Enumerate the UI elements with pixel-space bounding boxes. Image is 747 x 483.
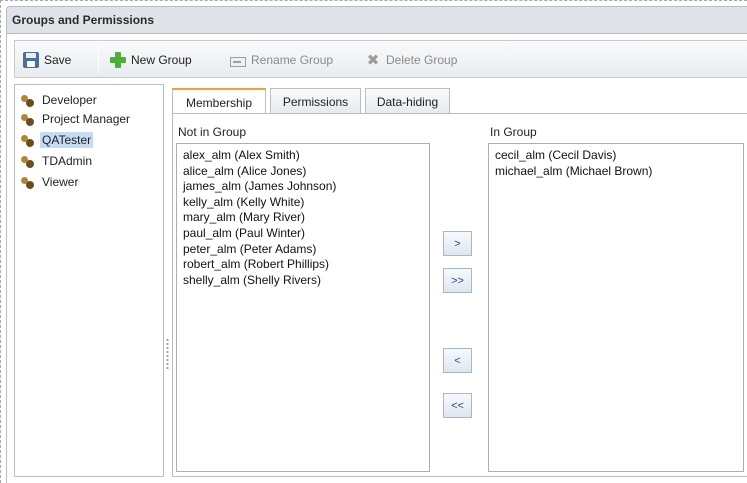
new-group-button[interactable]: New Group (110, 50, 192, 70)
list-item[interactable]: kelly_alm (Kelly White) (183, 195, 423, 211)
new-group-label: New Group (131, 53, 192, 67)
save-icon (23, 52, 39, 68)
remove-member-button[interactable]: < (443, 348, 472, 373)
plus-icon (110, 52, 126, 68)
toolbar: Save New Group Rename Group ✖ Delete Gro… (14, 40, 747, 78)
save-button[interactable]: Save (23, 50, 71, 70)
group-item-project-manager[interactable]: Project Manager (21, 110, 132, 128)
list-item[interactable]: alice_alm (Alice Jones) (183, 164, 423, 180)
group-item-tdadmin[interactable]: TDAdmin (21, 152, 94, 170)
list-item[interactable]: robert_alm (Robert Phillips) (183, 257, 423, 273)
delete-group-button[interactable]: ✖ Delete Group (365, 50, 458, 70)
group-icon (21, 93, 34, 107)
not-in-group-label: Not in Group (178, 125, 247, 139)
delete-icon: ✖ (366, 51, 380, 69)
group-list: Developer Project Manager QATester TDAdm… (14, 84, 164, 477)
add-all-members-button[interactable]: >> (443, 268, 472, 293)
list-item[interactable]: michael_alm (Michael Brown) (495, 164, 737, 180)
group-icon (21, 154, 34, 168)
panel-splitter[interactable] (166, 338, 169, 370)
save-label: Save (44, 53, 72, 67)
list-item[interactable]: paul_alm (Paul Winter) (183, 226, 423, 242)
rename-icon (230, 56, 246, 67)
in-group-label: In Group (490, 125, 537, 139)
toolbar-separator (98, 46, 99, 74)
remove-all-members-button[interactable]: << (443, 393, 472, 418)
group-item-label: QATester (40, 132, 94, 148)
tab-label: Data-hiding (376, 94, 439, 109)
list-item[interactable]: mary_alm (Mary River) (183, 210, 423, 226)
group-icon (21, 112, 34, 126)
list-item[interactable]: peter_alm (Peter Adams) (183, 242, 423, 258)
tab-label: Membership (185, 95, 253, 110)
group-item-viewer[interactable]: Viewer (21, 173, 80, 191)
group-item-label: Viewer (42, 175, 79, 189)
group-item-label: Project Manager (42, 112, 131, 126)
rename-group-button[interactable]: Rename Group (230, 50, 333, 70)
group-icon (21, 133, 34, 147)
not-in-group-list[interactable]: alex_alm (Alex Smith) alice_alm (Alice J… (176, 143, 430, 472)
tab-data-hiding[interactable]: Data-hiding (365, 88, 450, 114)
tab-label: Permissions (282, 94, 349, 109)
group-item-label: TDAdmin (42, 154, 93, 168)
list-item[interactable]: alex_alm (Alex Smith) (183, 148, 423, 164)
list-item[interactable]: james_alm (James Johnson) (183, 179, 423, 195)
group-item-label: Developer (42, 93, 97, 107)
in-group-list[interactable]: cecil_alm (Cecil Davis) michael_alm (Mic… (488, 143, 744, 472)
tab-membership[interactable]: Membership (172, 88, 266, 115)
window-titlebar: Groups and Permissions (6, 6, 747, 34)
window-title: Groups and Permissions (12, 13, 155, 27)
rename-group-label: Rename Group (251, 53, 334, 67)
tab-permissions[interactable]: Permissions (270, 88, 361, 114)
group-item-developer[interactable]: Developer (21, 91, 99, 109)
list-item[interactable]: shelly_alm (Shelly Rivers) (183, 273, 423, 289)
delete-group-label: Delete Group (386, 53, 458, 67)
list-item[interactable]: cecil_alm (Cecil Davis) (495, 148, 737, 164)
group-icon (21, 175, 34, 189)
add-member-button[interactable]: > (443, 231, 472, 256)
group-item-qatester[interactable]: QATester (21, 131, 94, 149)
